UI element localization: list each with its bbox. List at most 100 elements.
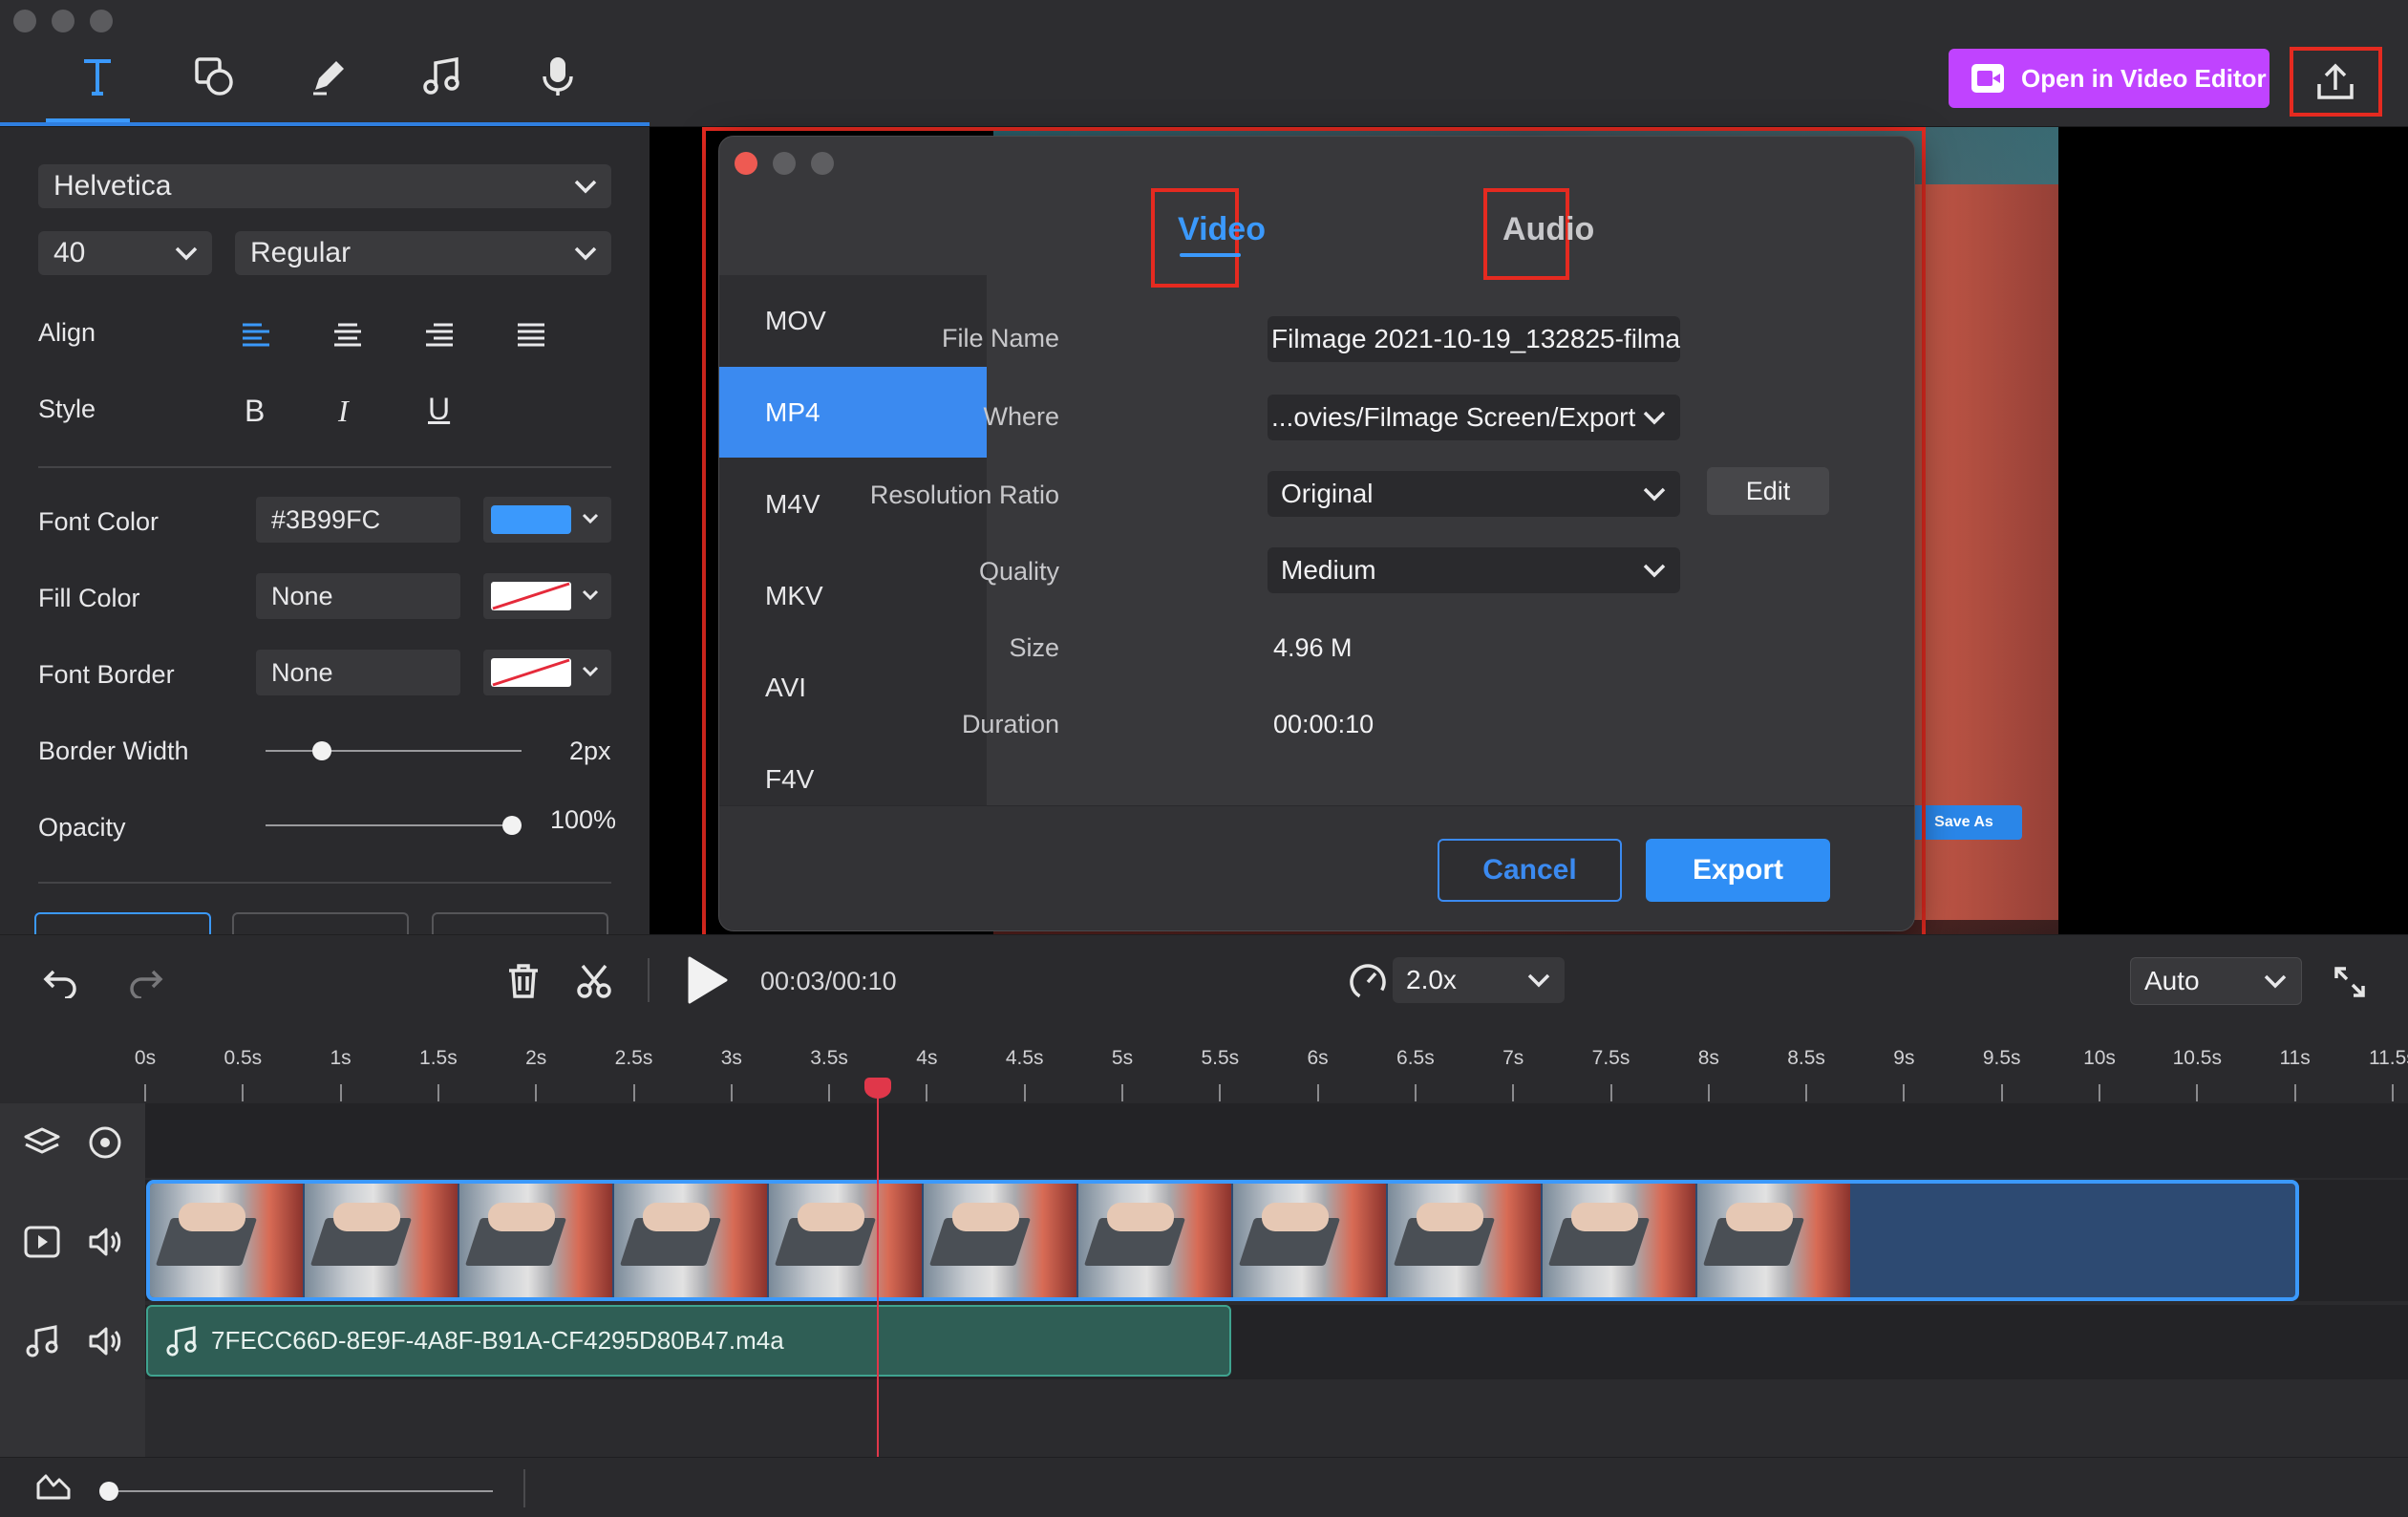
ruler-tick xyxy=(828,1084,831,1101)
ruler-label: 7.5s xyxy=(1591,1047,1630,1069)
ruler-tick xyxy=(339,1084,342,1101)
ruler-label: 7s xyxy=(1502,1047,1524,1069)
undo-icon[interactable] xyxy=(38,960,84,1006)
music-tool-icon[interactable] xyxy=(413,48,470,105)
zoom-mode-select[interactable]: Auto xyxy=(2130,957,2302,1005)
ruler-label: 6s xyxy=(1307,1047,1329,1069)
opacity-value: 100% xyxy=(550,805,617,834)
shape-tool-icon[interactable] xyxy=(185,48,243,105)
fill-color-picker[interactable] xyxy=(483,573,611,619)
window-minimize-dot[interactable] xyxy=(52,10,75,32)
clip-thumbnail xyxy=(459,1184,614,1297)
font-color-hex-field[interactable]: #3B99FC xyxy=(256,497,460,543)
font-weight-select[interactable]: Regular xyxy=(235,231,611,275)
tab-video[interactable]: Video xyxy=(1178,211,1266,248)
ruler-label: 11.5s xyxy=(2368,1047,2408,1069)
dialog-close-dot[interactable] xyxy=(735,152,757,175)
ruler-tick xyxy=(632,1084,635,1101)
audio-clip[interactable]: 7FECC66D-8E9F-4A8F-B91A-CF4295D80B47.m4a xyxy=(146,1305,1231,1377)
cancel-button[interactable]: Cancel xyxy=(1438,839,1622,902)
scissors-icon[interactable] xyxy=(571,958,617,1004)
clip-thumbnail xyxy=(769,1184,924,1297)
video-clip[interactable] xyxy=(146,1180,2299,1301)
ruler-tick xyxy=(1707,1084,1710,1101)
ruler-tick xyxy=(1121,1084,1123,1101)
ruler-tick xyxy=(242,1084,245,1101)
chevron-down-icon xyxy=(175,246,198,261)
border-width-slider[interactable] xyxy=(266,740,522,761)
share-export-icon[interactable] xyxy=(2302,53,2369,111)
dialog-zoom-dot[interactable] xyxy=(811,152,834,175)
ruler-tick xyxy=(535,1084,538,1101)
opacity-slider[interactable] xyxy=(266,815,522,836)
fullscreen-icon[interactable] xyxy=(2327,959,2373,1005)
speed-select[interactable]: 2.0x xyxy=(1393,957,1565,1003)
speaker-icon[interactable] xyxy=(84,1223,126,1261)
microphone-tool-icon[interactable] xyxy=(529,48,586,105)
tab-audio[interactable]: Audio xyxy=(1502,211,1594,248)
ruler-tick xyxy=(1316,1084,1319,1101)
border-width-label: Border Width xyxy=(38,737,189,765)
where-select[interactable]: ...ovies/Filmage Screen/Export xyxy=(1268,395,1680,440)
chevron-down-icon xyxy=(1643,411,1666,425)
play-icon[interactable] xyxy=(680,953,734,1007)
file-name-input[interactable]: Filmage 2021-10-19_132825-filmag xyxy=(1268,316,1680,362)
duration-label: Duration xyxy=(961,710,1059,738)
font-border-color-picker[interactable] xyxy=(483,650,611,695)
pen-tool-icon[interactable] xyxy=(300,48,357,105)
timeline-zoom-slider[interactable] xyxy=(99,1481,493,1502)
layers-icon[interactable] xyxy=(21,1123,63,1162)
resolution-ratio-select[interactable]: Original xyxy=(1268,471,1680,517)
open-in-video-editor-button[interactable]: Open in Video Editor xyxy=(1949,49,2269,108)
slider-knob[interactable] xyxy=(502,816,522,835)
font-color-picker[interactable] xyxy=(483,497,611,543)
zoom-mode-value: Auto xyxy=(2144,966,2200,995)
style-label: Style xyxy=(38,395,96,423)
italic-button[interactable]: I xyxy=(338,394,349,429)
edit-resolution-button[interactable]: Edit xyxy=(1707,467,1829,515)
ruler-label: 2s xyxy=(525,1047,547,1069)
ruler-tick xyxy=(1903,1084,1906,1101)
clip-thumbnail xyxy=(150,1184,305,1297)
ruler-tick xyxy=(2000,1084,2003,1101)
align-left-icon[interactable] xyxy=(239,318,273,353)
ruler-label: 0.5s xyxy=(224,1047,263,1069)
align-center-icon[interactable] xyxy=(330,318,365,353)
dialog-minimize-dot[interactable] xyxy=(773,152,796,175)
ruler-tick xyxy=(2293,1084,2296,1101)
ruler-label: 3.5s xyxy=(810,1047,848,1069)
bold-button[interactable]: B xyxy=(245,394,265,429)
align-justify-icon[interactable] xyxy=(514,318,548,353)
ruler-tick xyxy=(2099,1084,2100,1101)
fill-color-field[interactable]: None xyxy=(256,573,460,619)
ruler-tick xyxy=(2391,1084,2394,1101)
ruler-tick xyxy=(1609,1084,1612,1101)
ruler-tick xyxy=(144,1084,146,1101)
align-right-icon[interactable] xyxy=(422,318,457,353)
video-editor-icon xyxy=(1971,64,2004,93)
quality-select[interactable]: Medium xyxy=(1268,547,1680,593)
text-tool-icon[interactable] xyxy=(69,48,126,105)
ruler-label: 3s xyxy=(720,1047,742,1069)
underline-button[interactable]: U xyxy=(428,392,450,427)
redo-icon[interactable] xyxy=(122,960,168,1006)
waveform-zoom-icon xyxy=(32,1467,75,1506)
chevron-down-icon xyxy=(582,513,599,524)
ruler-label: 8.5s xyxy=(1787,1047,1825,1069)
duration-value: 00:00:10 xyxy=(1273,710,1374,738)
font-size-select[interactable]: 40 xyxy=(38,231,212,275)
export-button[interactable]: Export xyxy=(1646,839,1830,902)
slider-knob[interactable] xyxy=(311,741,331,760)
where-value: ...ovies/Filmage Screen/Export xyxy=(1271,402,1636,432)
font-family-select[interactable]: Helvetica xyxy=(38,164,611,208)
speaker-icon[interactable] xyxy=(84,1322,126,1360)
visibility-icon[interactable] xyxy=(84,1123,126,1162)
window-zoom-dot[interactable] xyxy=(90,10,113,32)
window-close-dot[interactable] xyxy=(13,10,36,32)
chevron-down-icon xyxy=(574,246,597,261)
delete-icon[interactable] xyxy=(501,958,546,1004)
ruler-label: 6.5s xyxy=(1396,1047,1435,1069)
file-name-label: File Name xyxy=(941,324,1059,353)
slider-knob[interactable] xyxy=(99,1482,118,1501)
font-border-field[interactable]: None xyxy=(256,650,460,695)
